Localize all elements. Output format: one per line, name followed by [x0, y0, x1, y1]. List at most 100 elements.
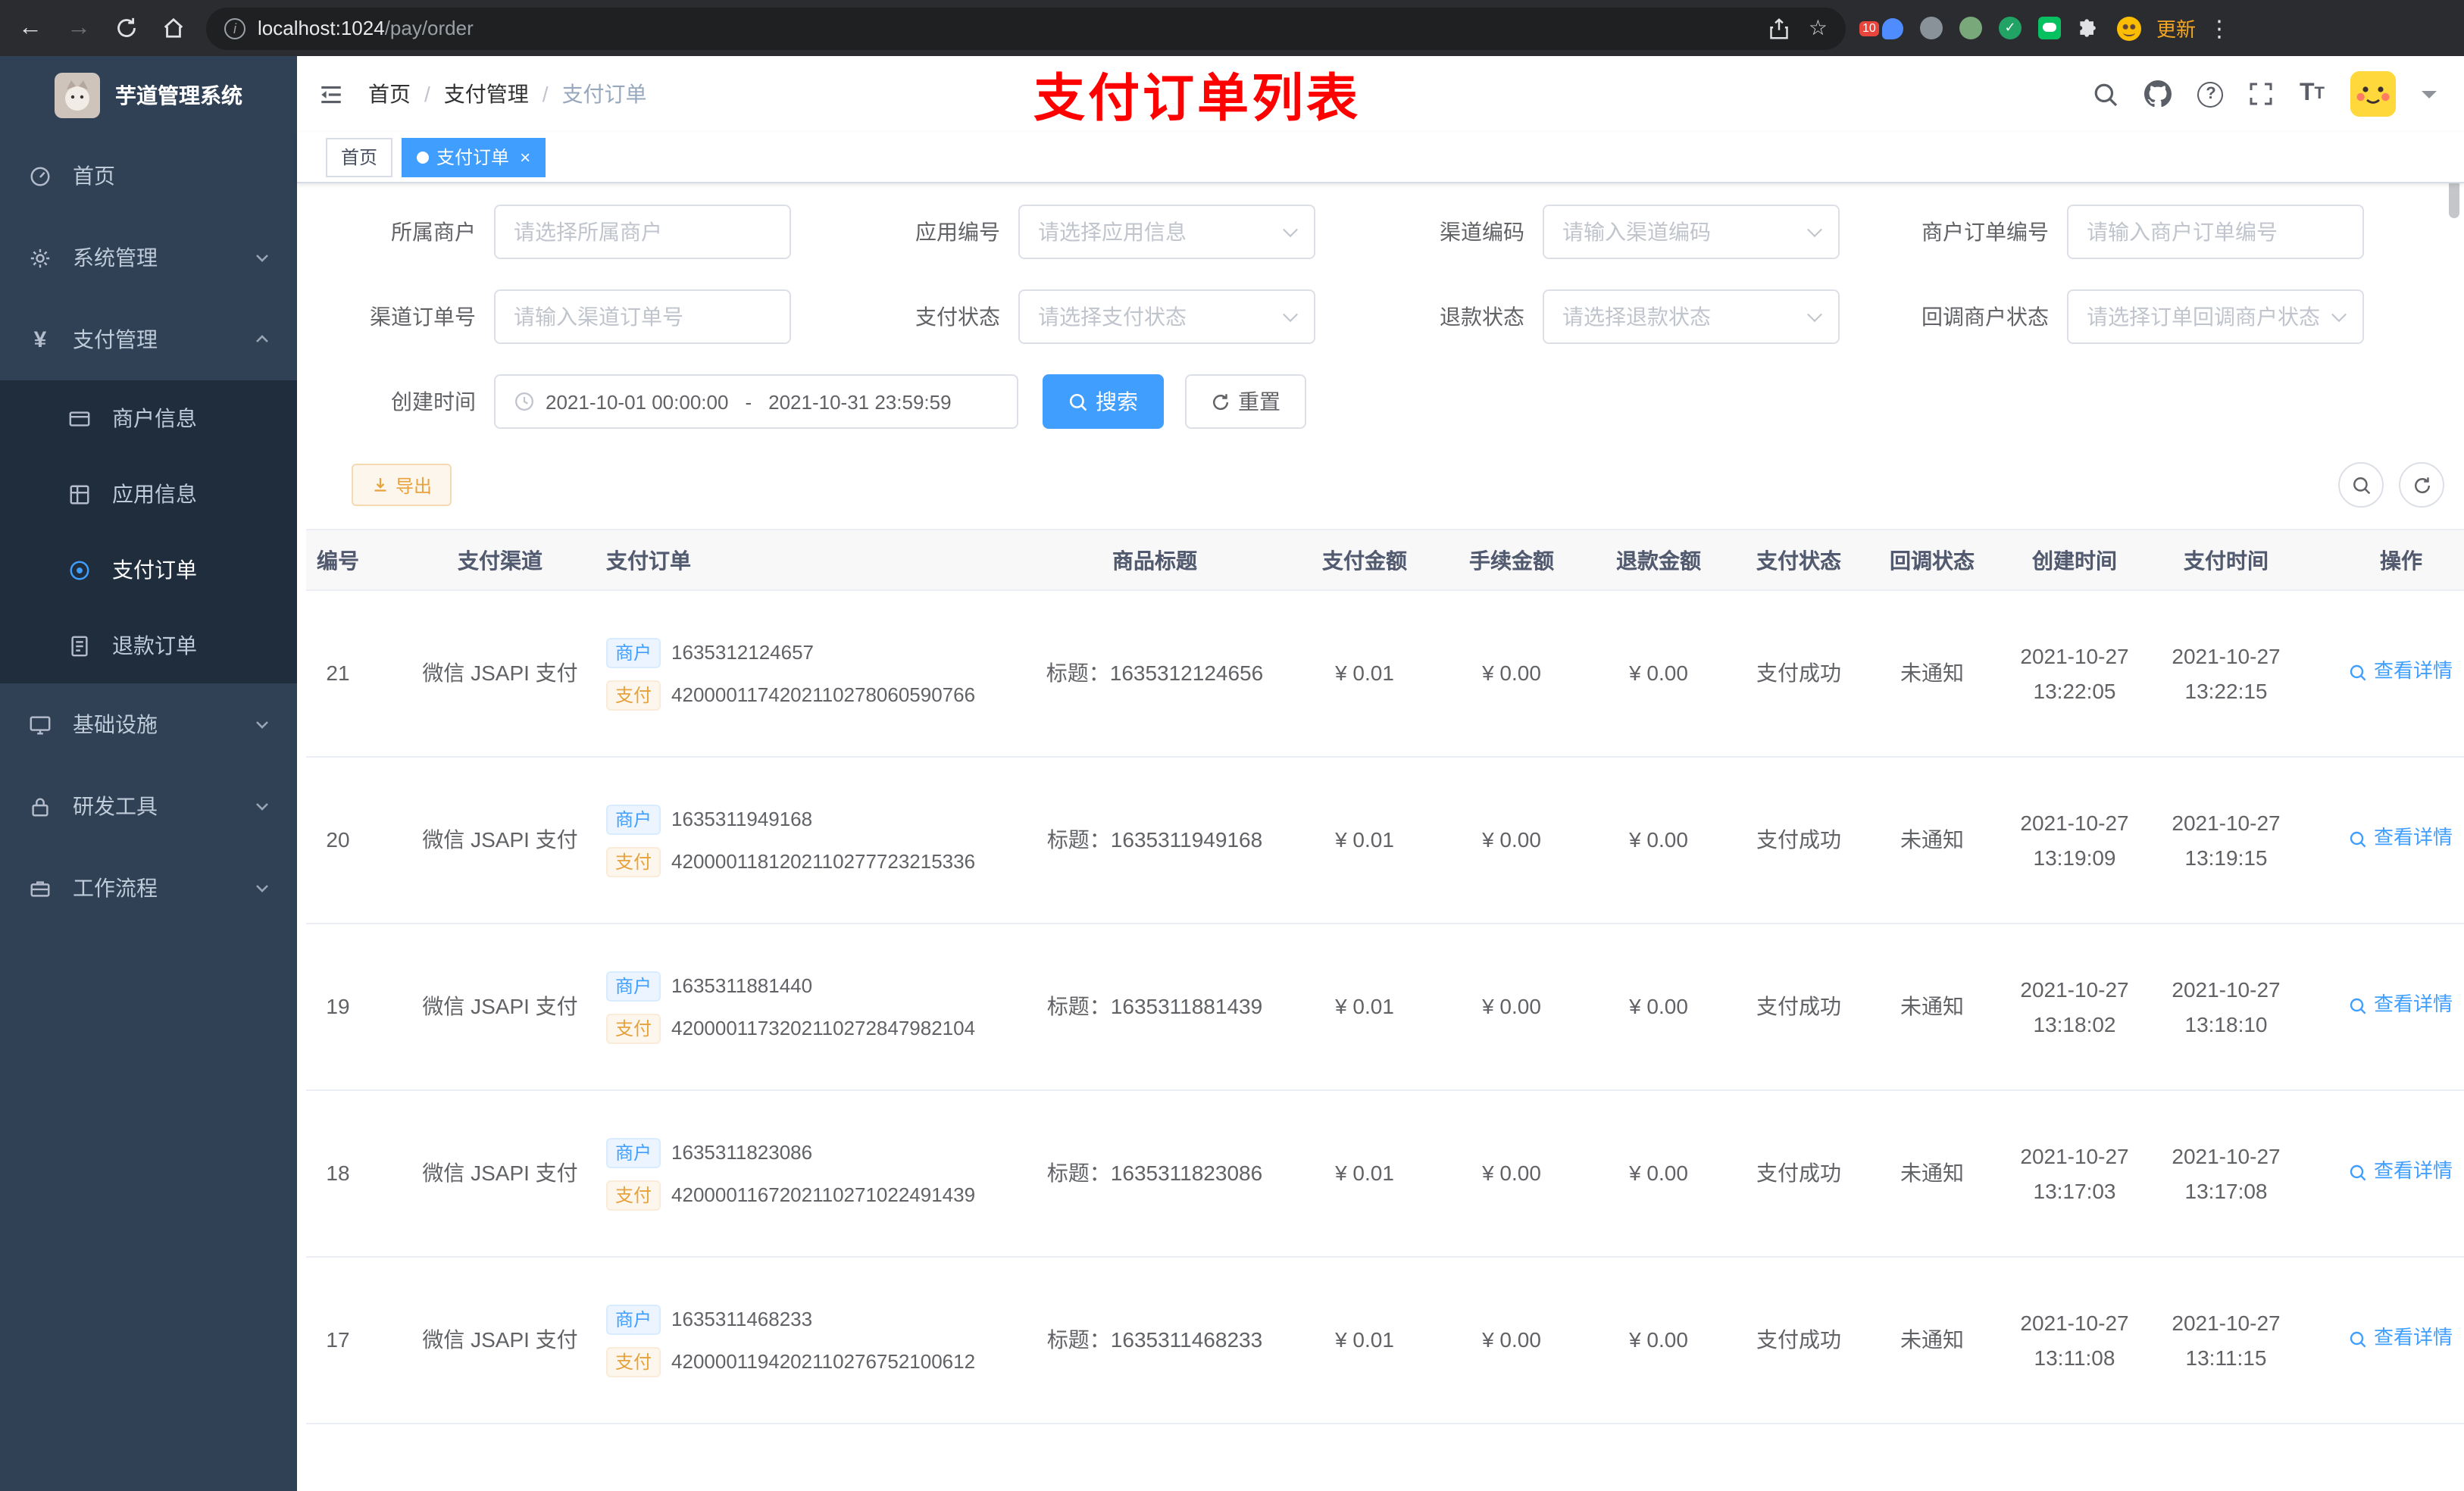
column-header: 回调状态 — [1865, 529, 1999, 591]
action-cell: 查看详情 — [2302, 1257, 2464, 1424]
extension-gray-icon[interactable] — [1920, 17, 1943, 39]
sidebar-label: 首页 — [73, 164, 115, 188]
extension-green-icon[interactable]: ✓ — [1999, 17, 2022, 39]
refund-amount-cell: ¥ 0.00 — [1585, 1090, 1732, 1258]
site-info-icon[interactable]: i — [224, 17, 245, 39]
order-row: 18 微信 JSAPI 支付 商户 1635311823086 支付 4200001167… — [306, 1090, 2464, 1258]
breadcrumb-pay[interactable]: 支付管理 — [444, 79, 529, 109]
sidebar-item-pay[interactable]: ¥ 支付管理 — [0, 299, 297, 380]
pay-status-select[interactable] — [1018, 289, 1315, 344]
fullscreen-icon[interactable] — [2250, 82, 2274, 106]
sidebar-item-home[interactable]: 首页 — [0, 135, 297, 217]
search-button[interactable]: 搜索 — [1043, 374, 1164, 429]
pay-channel-cell: 微信 JSAPI 支付 — [406, 1257, 594, 1424]
column-header: 支付状态 — [1732, 529, 1865, 591]
merchant-order-tag: 商户 — [606, 804, 661, 834]
pay-order-cell: 商户 1635311949168 支付 42000011812021102777232… — [594, 757, 1018, 924]
sidebar-label: 系统管理 — [73, 245, 158, 270]
toggle-search-button[interactable] — [2338, 462, 2384, 508]
view-detail-link[interactable]: 查看详情 — [2350, 1156, 2453, 1188]
card-icon — [67, 407, 92, 430]
extension-sage-icon[interactable] — [1959, 17, 1982, 39]
extension-drop-icon[interactable] — [1882, 17, 1903, 39]
app-title: 芋道管理系统 — [115, 83, 242, 108]
search-icon — [2350, 1164, 2367, 1180]
address-bar[interactable]: i localhost:1024/pay/order ☆ — [206, 7, 1846, 49]
notify-status-input[interactable] — [2087, 305, 2320, 329]
column-header: 创建时间 — [1999, 529, 2150, 591]
merchant-order-no-field[interactable] — [2067, 205, 2364, 259]
refresh-table-button[interactable] — [2399, 462, 2444, 508]
app-logo[interactable]: 芋道管理系统 — [0, 56, 297, 135]
merchant-filter-input[interactable] — [514, 220, 747, 244]
app-filter-label: 应用编号 — [915, 220, 1000, 244]
tab-home[interactable]: 首页 — [326, 137, 393, 177]
app-filter-select[interactable] — [1018, 205, 1315, 259]
browser-menu-icon[interactable]: ⋮ — [2208, 14, 2231, 42]
extensions-puzzle-icon[interactable] — [2078, 17, 2100, 39]
grid-icon — [67, 483, 92, 505]
create-time-range-picker[interactable]: 2021-10-01 00:00:00 - 2021-10-31 23:59:5… — [494, 374, 1018, 429]
browser-forward-button[interactable]: → — [67, 15, 91, 40]
sidebar-item-devtools[interactable]: 研发工具 — [0, 765, 297, 847]
browser-back-button[interactable]: ← — [18, 15, 42, 40]
pay-status-input[interactable] — [1038, 305, 1271, 329]
browser-home-button[interactable] — [162, 17, 185, 39]
date-start: 2021-10-01 00:00:00 — [546, 390, 729, 413]
github-icon[interactable] — [2144, 80, 2172, 108]
refund-status-select[interactable] — [1543, 289, 1840, 344]
channel-order-no-field[interactable] — [494, 289, 791, 344]
pay-status-cell: 支付成功 — [1732, 1257, 1865, 1424]
column-header: 支付订单 — [594, 529, 1018, 591]
create-time-cell: 2021-10-27 13:11:08 — [1999, 1257, 2150, 1424]
sidebar-fold-icon[interactable] — [318, 81, 344, 107]
pay-status-cell: 支付成功 — [1732, 924, 1865, 1091]
extension-chat-icon[interactable] — [2038, 17, 2061, 39]
merchant-order-tag: 商户 — [606, 971, 661, 1001]
tab-pay-order[interactable]: 支付订单 × — [402, 137, 546, 177]
view-detail-link[interactable]: 查看详情 — [2350, 823, 2453, 855]
view-detail-link[interactable]: 查看详情 — [2350, 1323, 2453, 1355]
sidebar-item-refund-order[interactable]: 退款订单 — [0, 608, 297, 683]
view-detail-link[interactable]: 查看详情 — [2350, 989, 2453, 1021]
merchant-order-no-input[interactable] — [2087, 220, 2320, 244]
order-row: 20 微信 JSAPI 支付 商户 1635311949168 支付 4200001181… — [306, 757, 2464, 924]
search-icon[interactable] — [2093, 81, 2119, 107]
notify-status-select[interactable] — [2067, 289, 2364, 344]
sidebar-label: 退款订单 — [112, 633, 197, 658]
sidebar-item-merchant-info[interactable]: 商户信息 — [0, 380, 297, 456]
sidebar-item-pay-order[interactable]: 支付订单 — [0, 532, 297, 608]
app-filter-input[interactable] — [1038, 220, 1271, 244]
goods-title-cell: 标题：1635311823086 — [1018, 1090, 1291, 1258]
merchant-filter-field[interactable] — [494, 205, 791, 259]
browser-update-button[interactable]: 更新 — [2156, 14, 2196, 42]
sidebar-item-infra[interactable]: 基础设施 — [0, 683, 297, 765]
channel-code-select[interactable] — [1543, 205, 1840, 259]
refund-status-input[interactable] — [1562, 305, 1796, 329]
channel-code-input[interactable] — [1562, 220, 1796, 244]
user-avatar[interactable] — [2350, 71, 2396, 117]
column-header: 编号 — [306, 529, 406, 591]
pay-order-cell: 商户 1635312124657 支付 42000011742021102780605… — [594, 590, 1018, 758]
view-detail-link[interactable]: 查看详情 — [2350, 656, 2453, 688]
font-size-icon[interactable]: TT — [2300, 81, 2325, 106]
refund-amount-cell: ¥ 0.00 — [1585, 1257, 1732, 1424]
export-button[interactable]: 导出 — [352, 464, 452, 506]
breadcrumb-home[interactable]: 首页 — [368, 79, 411, 109]
pay-order-tag: 支付 — [606, 846, 661, 877]
share-icon[interactable] — [1769, 17, 1790, 39]
help-icon[interactable]: ? — [2197, 81, 2224, 107]
reset-button[interactable]: 重置 — [1185, 374, 1306, 429]
sidebar-item-app-info[interactable]: 应用信息 — [0, 456, 297, 532]
browser-refresh-button[interactable] — [115, 17, 138, 39]
browser-profile-avatar[interactable] — [2117, 16, 2141, 40]
sidebar-item-system[interactable]: 系统管理 — [0, 217, 297, 299]
avatar-caret-icon[interactable] — [2422, 91, 2437, 106]
close-tab-icon[interactable]: × — [520, 146, 530, 167]
bookmark-star-icon[interactable]: ☆ — [1809, 15, 1828, 41]
channel-order-no-input[interactable] — [514, 305, 747, 329]
refund-amount-cell: ¥ 0.00 — [1585, 924, 1732, 1091]
search-icon — [2350, 664, 2367, 680]
dashboard-icon — [27, 164, 53, 187]
sidebar-item-workflow[interactable]: 工作流程 — [0, 847, 297, 929]
